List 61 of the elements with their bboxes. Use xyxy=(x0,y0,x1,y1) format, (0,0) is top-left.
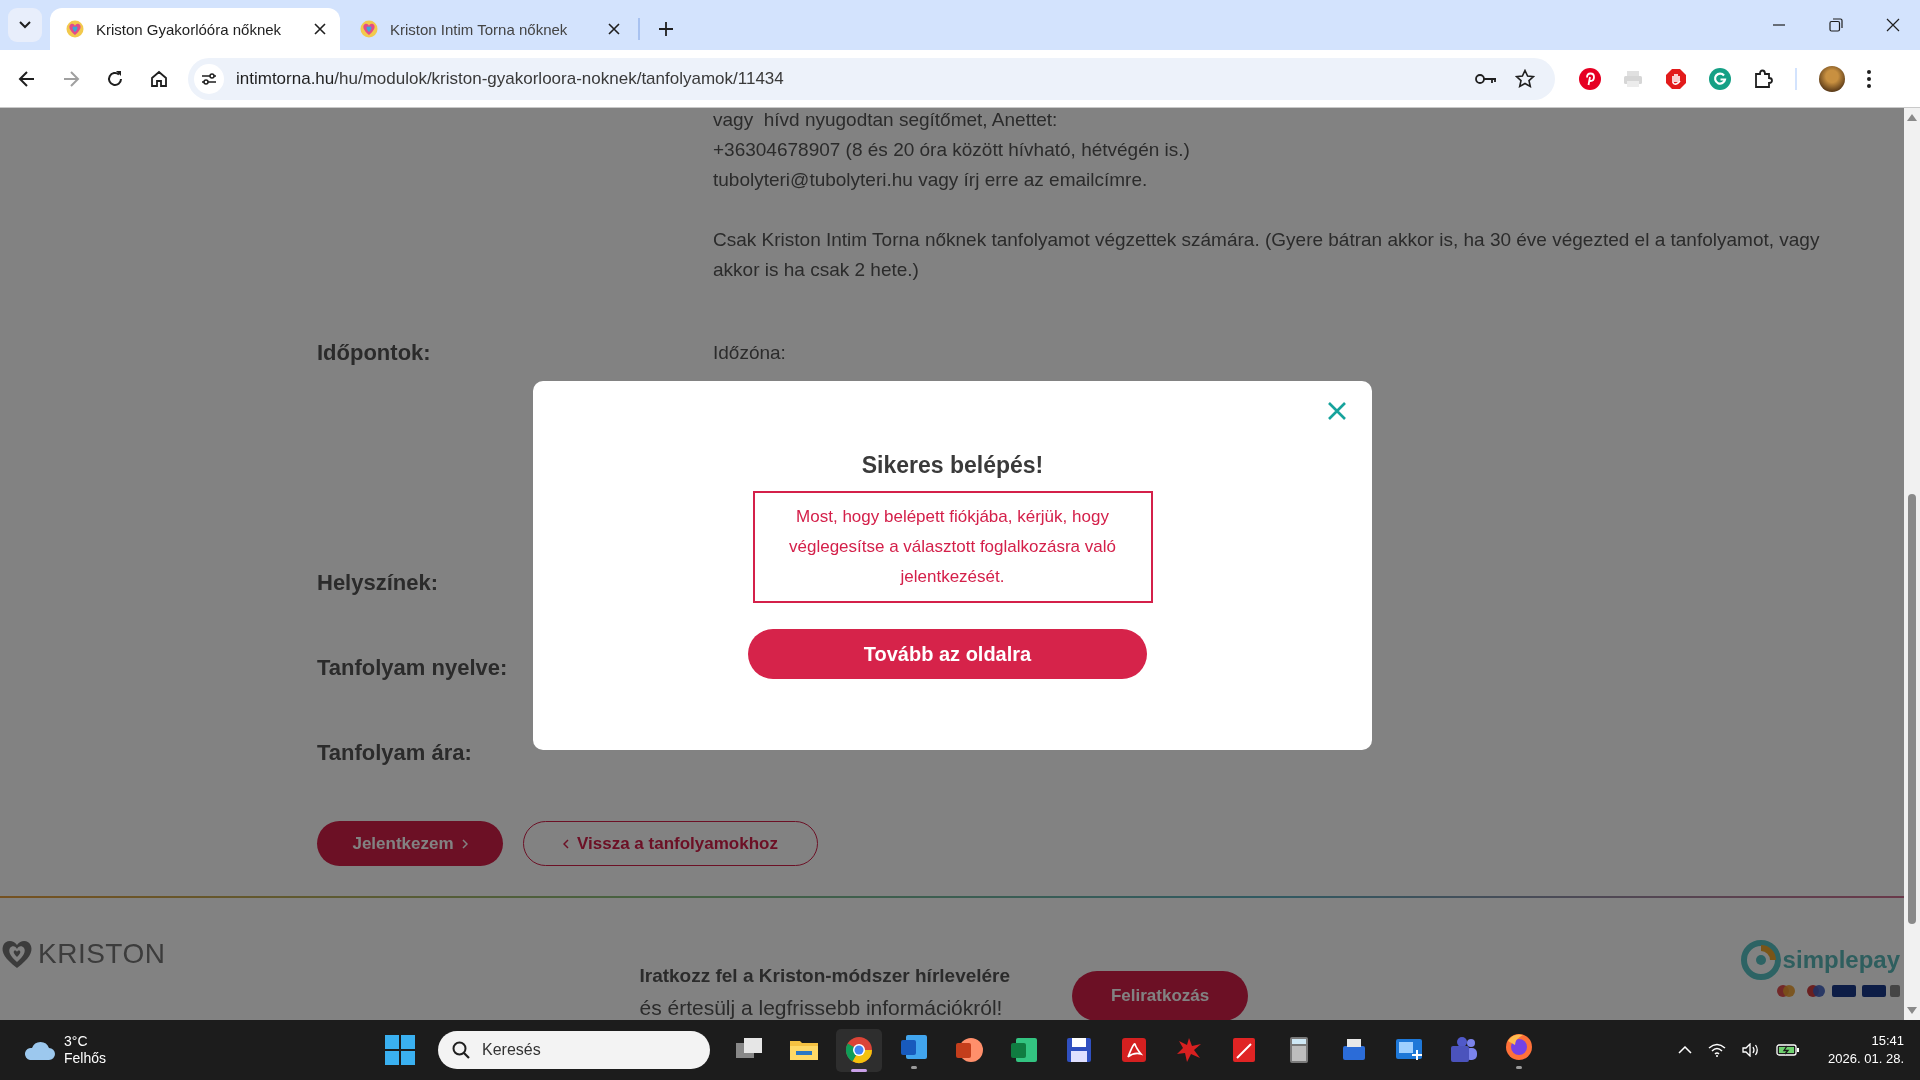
chevron-up-icon[interactable] xyxy=(1678,1046,1693,1054)
weather-widget[interactable]: 3°C Felhős xyxy=(22,1033,385,1067)
chevron-down-icon xyxy=(19,21,31,29)
clock[interactable]: 15:41 2026. 01. 28. xyxy=(1828,1032,1904,1068)
close-icon[interactable] xyxy=(608,23,620,35)
search-icon xyxy=(452,1041,470,1059)
plus-icon[interactable] xyxy=(658,21,674,37)
star-icon[interactable] xyxy=(1515,68,1535,89)
contact-text: +36304678907 (8 és 20 óra között hívható, hétvégén is.) xyxy=(713,138,1191,162)
address-bar[interactable]: intimtorna.hu/hu/modulok/kriston-gyakorloora-noknek/tanfolyamok/11434 xyxy=(188,57,1555,100)
heart-favicon-icon xyxy=(360,20,378,38)
close-icon[interactable] xyxy=(1886,18,1900,32)
contact-text: vagy hívd nyugodtan segítőmet, Anettet: xyxy=(713,108,1059,132)
puzzle-piece-icon[interactable] xyxy=(1753,68,1773,89)
close-icon[interactable] xyxy=(314,23,326,35)
speaker-icon[interactable] xyxy=(1742,1043,1761,1057)
scrollbar[interactable] xyxy=(1904,108,1920,1020)
swirl-logo-icon xyxy=(1740,940,1781,980)
field-label: Időpontok: xyxy=(317,339,432,367)
forward-arrow-icon[interactable] xyxy=(62,69,80,88)
back-arrow-icon[interactable] xyxy=(18,69,36,88)
taskbar-search-field[interactable]: Keresés xyxy=(438,1031,710,1069)
field-label: Helyszínek: xyxy=(317,569,440,597)
restore-icon[interactable] xyxy=(1829,18,1843,32)
more-menu-icon[interactable] xyxy=(1867,69,1871,88)
key-icon[interactable] xyxy=(1475,72,1497,85)
stop-hand-icon[interactable] xyxy=(1665,67,1687,90)
profile-avatar[interactable] xyxy=(1819,65,1845,92)
g-letter-logo-icon[interactable] xyxy=(1709,67,1731,90)
wifi-icon[interactable] xyxy=(1708,1043,1727,1057)
chevron-left-icon xyxy=(563,838,570,849)
dialog-title: Sikeres belépés! xyxy=(861,451,1044,480)
scroll-up-icon[interactable] xyxy=(1907,114,1917,121)
brand-logo-text: KRISTON xyxy=(38,938,166,970)
cloud-icon xyxy=(22,1039,56,1061)
newsletter-subtitle: és értesülj a legfrissebb információkról! xyxy=(639,995,1004,1020)
fox-browser-icon[interactable] xyxy=(1503,1031,1535,1063)
contact-text: tubolyteri@tubolyteri.hu vagy írj erre az emailcímre. xyxy=(713,168,1149,192)
windows-start-icon[interactable] xyxy=(385,1035,415,1065)
home-icon[interactable] xyxy=(150,69,168,88)
chevron-right-icon xyxy=(461,838,468,849)
browser-tab[interactable]: Kriston Gyakorlóóra nőknek xyxy=(50,8,340,50)
field-label: Tanfolyam ára: xyxy=(317,739,473,767)
scroll-down-icon[interactable] xyxy=(1907,1007,1917,1014)
heart-favicon-icon xyxy=(66,20,84,38)
site-settings-button[interactable] xyxy=(194,63,224,94)
browser-tab[interactable]: Kriston Intim Torna nőknek xyxy=(344,8,634,50)
url-text: intimtorna.hu/hu/modulok/kriston-gyakorloora-noknek/tanfolyamok/11434 xyxy=(236,68,784,89)
field-label: Tanfolyam nyelve: xyxy=(317,654,509,682)
alert-message: Most, hogy belépett fiókjába, kérjük, hogy véglegesítse a választott foglalkozásra való jelentkezését. xyxy=(752,491,1153,603)
continue-button[interactable]: Tovább az oldalra xyxy=(748,629,1147,679)
newsletter-title: Iratkozz fel a Kriston-módszer hírlevelére xyxy=(639,964,1011,988)
pin-logo-icon[interactable] xyxy=(1579,67,1601,90)
reload-icon[interactable] xyxy=(106,69,124,88)
tab-search-button[interactable] xyxy=(8,8,42,42)
scrollbar-thumb[interactable] xyxy=(1908,494,1916,924)
payment-logo-text: simplepay xyxy=(1782,946,1900,974)
note-text: Csak Kriston Intim Torna nőknek tanfolyamot végzettek számára. (Gyere bátran akkor is, ha 30 éve végezted el a tanfolyamot, vagy akkor is ha csak 2 hete.) xyxy=(713,228,1821,282)
battery-charging-icon[interactable] xyxy=(1776,1043,1801,1057)
field-value: Időzóna: xyxy=(713,341,787,365)
sliders-icon xyxy=(201,71,217,86)
